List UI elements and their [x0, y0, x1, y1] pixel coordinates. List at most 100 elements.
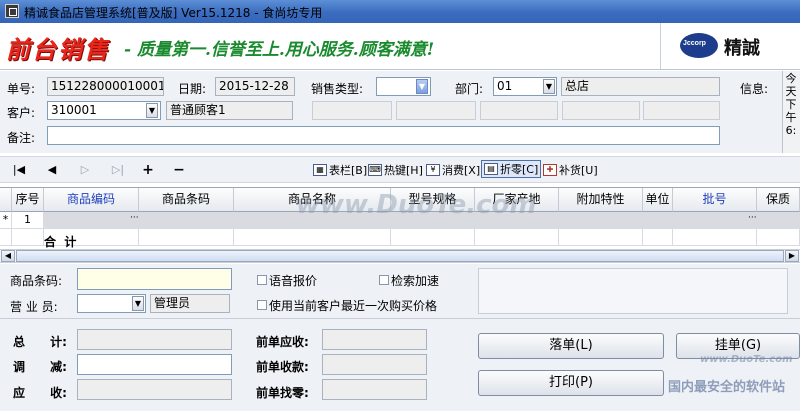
dept-dropdown-icon[interactable]: ▼	[543, 79, 555, 94]
grid-header-product-code[interactable]: 商品编码	[44, 188, 139, 212]
restock-button[interactable]: ✚ 补货[U]	[541, 161, 600, 179]
grid-header-batch[interactable]: 批号	[673, 188, 757, 212]
hotkey-button-label: 热键[H]	[384, 164, 423, 177]
search-speed-label: 检索加速	[391, 274, 440, 288]
clerk-dropdown-icon[interactable]: ▼	[132, 296, 144, 311]
discount-button[interactable]: ▤ 折零[C]	[481, 160, 542, 178]
receivable-field	[77, 379, 232, 400]
batch-lookup-icon[interactable]: ···	[748, 213, 757, 223]
restock-icon: ✚	[543, 164, 557, 176]
discount-icon: ▤	[484, 163, 498, 175]
empty-row-cell	[757, 229, 800, 246]
adjust-field[interactable]	[77, 354, 232, 375]
bottom-divider	[0, 318, 800, 319]
use-last-price-checkbox[interactable]	[257, 300, 267, 310]
scroll-right-icon[interactable]: ▶	[785, 250, 799, 262]
window-title: 精诚食品店管理系统[普及版] Ver15.1218 - 食尚坊专用	[24, 6, 323, 20]
prev-received-field	[322, 354, 427, 375]
company-logo-text: Jccorp	[683, 40, 706, 47]
grid-header-attribute[interactable]: 附加特性	[559, 188, 643, 212]
next-record-icon[interactable]: ▷	[76, 161, 94, 179]
scroll-thumb[interactable]	[16, 250, 784, 262]
delete-row-icon[interactable]: −	[170, 161, 188, 179]
prev-change-field	[322, 379, 427, 400]
grid-header-unit[interactable]: 单位	[643, 188, 673, 212]
row-attribute-cell[interactable]	[559, 212, 643, 229]
grid-header-shelf-life[interactable]: 保质	[757, 188, 800, 212]
date-label: 日期:	[178, 82, 207, 96]
watermark-site-brand: 国内最安全的软件站	[668, 380, 786, 395]
disabled-field-2	[396, 101, 476, 120]
clerk-label: 营 业 员:	[10, 300, 58, 314]
grid-header-barcode[interactable]: 商品条码	[139, 188, 234, 212]
order-no-label: 单号:	[7, 82, 36, 96]
dept-name-field: 总店	[561, 77, 720, 96]
empty-row-cell	[559, 229, 643, 246]
post-order-button[interactable]: 落单(L)	[478, 333, 664, 359]
hotkey-button[interactable]: ⌨ 热键[H]	[366, 161, 425, 179]
row-shelf-life-cell[interactable]	[757, 212, 800, 229]
row-no: 1	[12, 212, 44, 229]
date-field[interactable]: 2015-12-28	[215, 77, 295, 96]
total-field	[77, 329, 232, 350]
dept-label: 部门:	[455, 82, 484, 96]
consume-button-label: 消费[X]	[442, 164, 481, 177]
order-no-field[interactable]: 151228000010001	[47, 77, 164, 96]
receivable-label: 应 收:	[13, 386, 67, 400]
banner-title: 前台销售	[6, 35, 110, 64]
row-batch-cell[interactable]	[673, 212, 757, 229]
disabled-field-3	[480, 101, 558, 120]
empty-row-cell	[643, 229, 673, 246]
watermark-center: www.DuoTe.com	[296, 190, 537, 220]
disabled-field-5	[643, 101, 720, 120]
consume-button[interactable]: ¥ 消费[X]	[424, 161, 482, 179]
prev-receivable-label: 前单应收:	[256, 335, 309, 349]
row-product-code-cell[interactable]	[44, 212, 139, 229]
grid-header-corner	[0, 188, 12, 212]
search-speed-checkbox[interactable]	[379, 275, 389, 285]
info-display-panel	[478, 268, 788, 314]
disabled-field-1	[312, 101, 392, 120]
total-label: 总 计:	[13, 335, 67, 349]
voice-price-checkbox[interactable]	[257, 275, 267, 285]
remark-label: 备注:	[7, 131, 36, 145]
discount-button-label: 折零[C]	[500, 163, 539, 176]
row-unit-cell[interactable]	[643, 212, 673, 229]
scroll-left-icon[interactable]: ◀	[1, 250, 15, 262]
customer-name-field: 普通顾客1	[166, 101, 293, 120]
prev-change-label: 前单找零:	[256, 386, 309, 400]
empty-row-cell	[234, 229, 391, 246]
disabled-field-4	[562, 101, 640, 120]
columns-button[interactable]: ▦ 表栏[B]	[311, 161, 369, 179]
empty-row-cell	[673, 229, 757, 246]
barcode-input[interactable]	[77, 268, 232, 290]
first-record-icon[interactable]: |◀	[10, 161, 28, 179]
watermark-site-sub: www.DuoTe.com	[700, 354, 793, 365]
empty-row-cell	[12, 229, 44, 246]
customer-dropdown-icon[interactable]: ▼	[146, 103, 158, 118]
voice-price-label: 语音报价	[269, 274, 318, 288]
sale-type-dropdown-icon[interactable]: ▼	[416, 79, 428, 94]
table-icon: ▦	[313, 164, 327, 176]
print-button[interactable]: 打印(P)	[478, 370, 664, 396]
restock-button-label: 补货[U]	[559, 164, 598, 177]
consume-icon: ¥	[426, 164, 440, 176]
row-barcode-cell[interactable]	[139, 212, 234, 229]
columns-button-label: 表栏[B]	[329, 164, 368, 177]
remark-field[interactable]	[47, 126, 720, 145]
grid-header-no[interactable]: 序号	[12, 188, 44, 212]
product-code-lookup-icon[interactable]: ···	[130, 213, 139, 223]
customer-field[interactable]: 310001	[47, 101, 161, 120]
empty-row-cell	[475, 229, 559, 246]
app-icon	[5, 4, 19, 18]
side-info-text: 今天下午6:	[785, 72, 797, 137]
last-record-icon[interactable]: ▷|	[109, 161, 127, 179]
keyboard-icon: ⌨	[368, 164, 382, 176]
sale-type-label: 销售类型:	[311, 82, 364, 96]
row-marker: *	[0, 212, 12, 229]
barcode-label: 商品条码:	[10, 274, 63, 288]
prev-record-icon[interactable]: ◀	[43, 161, 61, 179]
empty-row-marker	[0, 229, 12, 246]
company-name: 精誠	[724, 38, 760, 59]
add-row-icon[interactable]: +	[139, 161, 157, 179]
